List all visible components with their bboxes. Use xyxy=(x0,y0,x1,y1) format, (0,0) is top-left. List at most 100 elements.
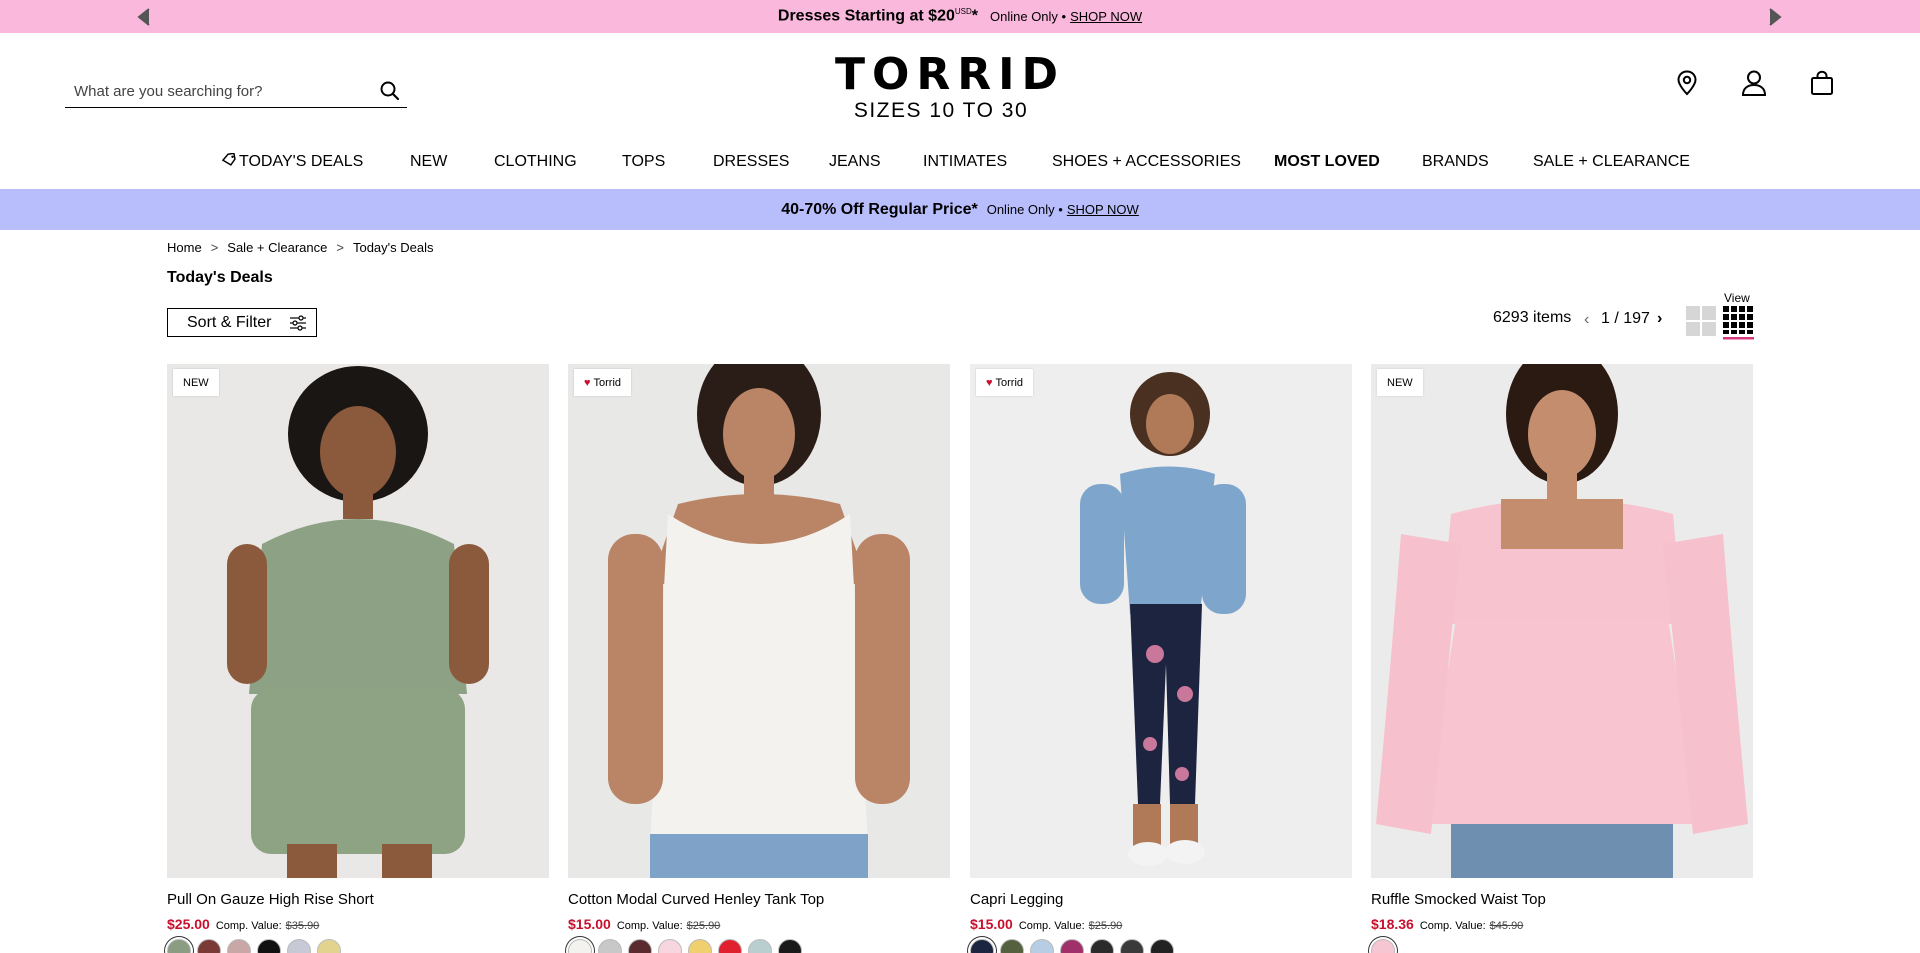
product-price-row: $15.00 Comp. Value: $25.90 xyxy=(970,916,1352,932)
sale-promo-subtext: Online Only • xyxy=(986,202,1063,217)
breadcrumb-separator: > xyxy=(210,240,219,255)
promo-prev-arrow-icon[interactable] xyxy=(131,4,157,30)
product-image[interactable]: NEW xyxy=(167,364,549,878)
color-swatch[interactable] xyxy=(1060,939,1084,953)
breadcrumb-sale-clearance[interactable]: Sale + Clearance xyxy=(227,240,327,255)
product-image[interactable]: ♥ Torrid xyxy=(970,364,1352,878)
sale-promo-headline: 40-70% Off Regular Price* xyxy=(781,200,978,218)
nav-item-label: TODAY'S DEALS xyxy=(239,153,364,170)
four-column-grid-icon[interactable] xyxy=(1723,306,1754,340)
product-card: ♥ Torrid Cotton Modal Curved Henley Tank … xyxy=(568,364,950,953)
main-navigation: TODAY'S DEALS NEW CLOTHING TOPS DRESSES … xyxy=(0,150,1920,178)
color-swatch[interactable] xyxy=(628,939,652,953)
product-name[interactable]: Capri Legging xyxy=(970,891,1352,908)
page-title: Today's Deals xyxy=(167,269,273,286)
nav-item-clothing[interactable]: CLOTHING xyxy=(494,153,577,171)
logo-tagline: SIZES 10 TO 30 xyxy=(853,99,1029,122)
search-icon[interactable] xyxy=(379,80,401,102)
color-swatch[interactable] xyxy=(778,939,802,953)
color-swatch[interactable] xyxy=(568,939,592,953)
color-swatch[interactable] xyxy=(1090,939,1114,953)
color-swatch[interactable] xyxy=(1371,939,1395,953)
nav-item-todays-deals[interactable]: TODAY'S DEALS xyxy=(221,152,364,171)
breadcrumb-todays-deals[interactable]: Today's Deals xyxy=(353,240,434,255)
breadcrumb-home[interactable]: Home xyxy=(167,240,202,255)
promo-headline: Dresses Starting at $20USD* xyxy=(777,7,978,25)
torrid-logo[interactable]: TORRID SIZES 10 TO 30 xyxy=(835,52,1058,123)
color-swatches xyxy=(167,939,549,953)
product-card: ♥ Torrid Capri Legging $15.00 Comp. Value… xyxy=(970,364,1352,953)
tag-icon xyxy=(221,152,236,166)
color-swatch[interactable] xyxy=(317,939,341,953)
product-name[interactable]: Cotton Modal Curved Henley Tank Top xyxy=(568,891,950,908)
product-image[interactable]: NEW xyxy=(1371,364,1753,878)
product-name[interactable]: Pull On Gauze High Rise Short xyxy=(167,891,549,908)
two-column-grid-icon[interactable] xyxy=(1686,306,1716,336)
search-input[interactable] xyxy=(65,77,365,105)
product-price-row: $15.00 Comp. Value: $25.90 xyxy=(568,916,950,932)
items-count: 6293 items xyxy=(1493,309,1572,326)
product-name[interactable]: Ruffle Smocked Waist Top xyxy=(1371,891,1753,908)
pagination-next-button[interactable]: › xyxy=(1657,310,1662,328)
comp-value: $35.90 xyxy=(285,920,320,932)
heart-icon: ♥ xyxy=(584,376,591,389)
color-swatches xyxy=(1371,939,1753,953)
color-swatch[interactable] xyxy=(718,939,742,953)
nav-item-tops[interactable]: TOPS xyxy=(622,153,665,171)
nav-item-new[interactable]: NEW xyxy=(410,153,447,171)
color-swatch[interactable] xyxy=(748,939,772,953)
promo-next-arrow-icon[interactable] xyxy=(1762,4,1788,30)
shopping-bag-icon[interactable] xyxy=(1806,67,1838,99)
product-price: $15.00 xyxy=(970,916,1013,932)
color-swatch[interactable] xyxy=(1150,939,1174,953)
comp-value-label: Comp. Value: xyxy=(616,920,683,932)
color-swatch[interactable] xyxy=(688,939,712,953)
sale-promo-shop-now-link[interactable]: SHOP NOW xyxy=(1067,202,1139,217)
product-price: $25.00 xyxy=(167,916,210,932)
nav-item-intimates[interactable]: INTIMATES xyxy=(923,153,1007,171)
top-promo-banner: Dresses Starting at $20USD* Online Only … xyxy=(0,0,1920,33)
product-price: $15.00 xyxy=(568,916,611,932)
color-swatch[interactable] xyxy=(598,939,622,953)
color-swatch[interactable] xyxy=(197,939,221,953)
nav-item-sale-clearance[interactable]: SALE + CLEARANCE xyxy=(1533,153,1690,171)
search-bar xyxy=(65,75,407,108)
product-badge: ♥ Torrid xyxy=(976,369,1034,396)
color-swatch[interactable] xyxy=(227,939,251,953)
nav-item-dresses[interactable]: DRESSES xyxy=(713,153,789,171)
color-swatch[interactable] xyxy=(658,939,682,953)
nav-item-shoes-accessories[interactable]: SHOES + ACCESSORIES xyxy=(1052,153,1241,171)
sort-filter-button[interactable]: Sort & Filter xyxy=(167,308,317,337)
heart-icon: ♥ xyxy=(986,376,993,389)
color-swatch[interactable] xyxy=(970,939,994,953)
product-image[interactable]: ♥ Torrid xyxy=(568,364,950,878)
location-pin-icon[interactable] xyxy=(1671,67,1703,99)
comp-value: $25.90 xyxy=(686,920,721,932)
breadcrumb-separator: > xyxy=(336,240,344,255)
breadcrumb: Home > Sale + Clearance > Today's Deals xyxy=(167,240,434,255)
product-card: NEW Ruffle Smocked Waist Top $18.36 Comp… xyxy=(1371,364,1753,953)
nav-item-most-loved[interactable]: MOST LOVED xyxy=(1274,153,1380,171)
product-price-row: $25.00 Comp. Value: $35.90 xyxy=(167,916,549,932)
product-badge: NEW xyxy=(1377,369,1423,396)
product-badge: NEW xyxy=(173,369,219,396)
account-icon[interactable] xyxy=(1738,67,1770,99)
sort-filter-label: Sort & Filter xyxy=(187,313,272,331)
comp-value-label: Comp. Value: xyxy=(1419,920,1486,932)
filter-sliders-icon xyxy=(290,315,306,331)
nav-item-jeans[interactable]: JEANS xyxy=(829,153,881,171)
view-label: View xyxy=(1724,291,1750,305)
color-swatch[interactable] xyxy=(1030,939,1054,953)
pagination-indicator: 1 / 197 xyxy=(1601,310,1650,327)
product-card: NEW Pull On Gauze High Rise Short $25.00… xyxy=(167,364,549,953)
color-swatch[interactable] xyxy=(257,939,281,953)
nav-item-brands[interactable]: BRANDS xyxy=(1422,153,1489,171)
comp-value: $25.90 xyxy=(1088,920,1123,932)
promo-shop-now-link[interactable]: SHOP NOW xyxy=(1070,9,1142,24)
pagination-prev-button[interactable]: ‹ xyxy=(1584,311,1589,329)
color-swatch[interactable] xyxy=(287,939,311,953)
color-swatch[interactable] xyxy=(1000,939,1024,953)
color-swatches xyxy=(568,939,950,953)
color-swatch[interactable] xyxy=(167,939,191,953)
color-swatch[interactable] xyxy=(1120,939,1144,953)
